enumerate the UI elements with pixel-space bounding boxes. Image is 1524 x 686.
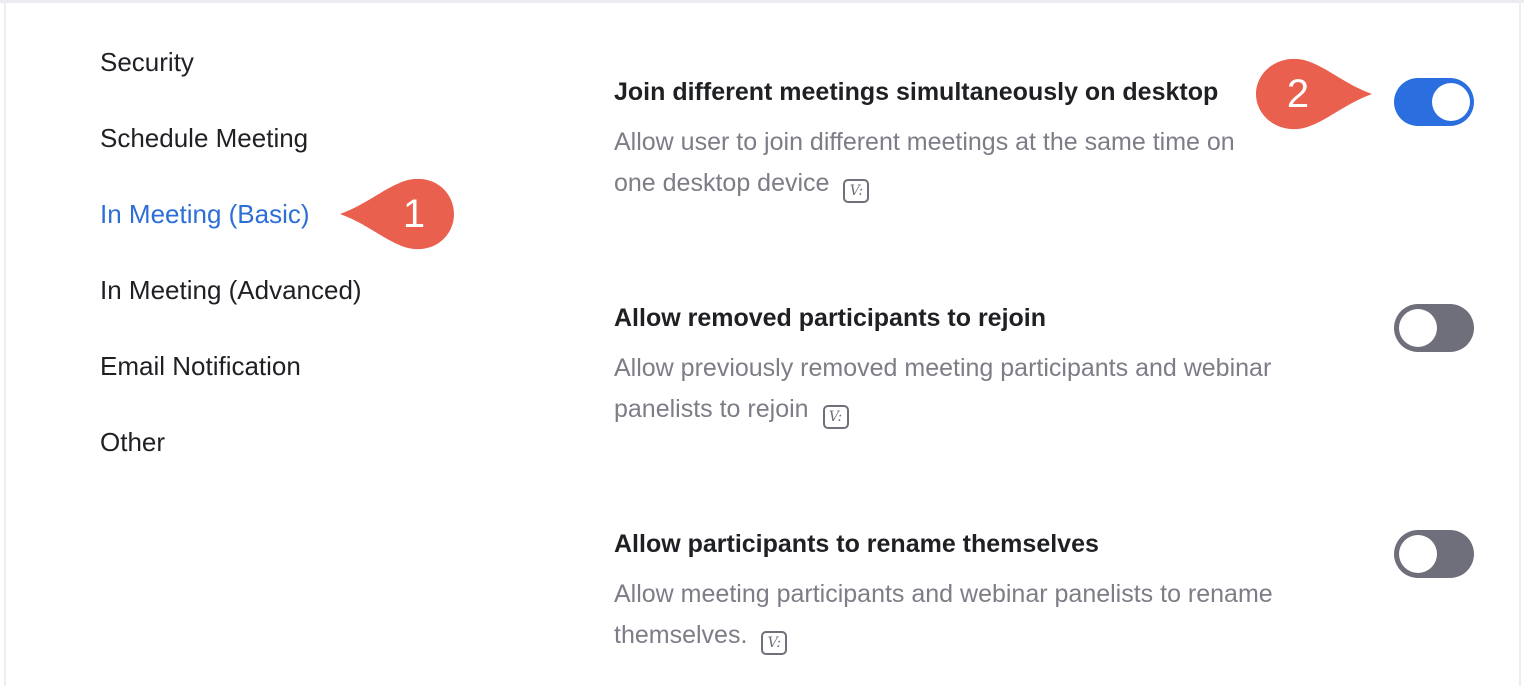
setting-description-text: one desktop device	[614, 169, 830, 197]
left-border	[4, 0, 6, 686]
setting-description: Allow meeting participants and webinar p…	[614, 574, 1354, 656]
toggle-join-different-meetings[interactable]	[1394, 78, 1474, 126]
toggle-allow-removed-rejoin[interactable]	[1394, 304, 1474, 352]
right-border	[1519, 0, 1521, 686]
callout-marker-2: 2	[1254, 56, 1374, 132]
setting-description-line: panelists to rejoin V:	[614, 389, 1354, 430]
top-divider	[0, 0, 1524, 3]
sidebar-item-other[interactable]: Other	[100, 426, 165, 458]
toggle-allow-rename[interactable]	[1394, 530, 1474, 578]
setting-description: Allow user to join different meetings at…	[614, 122, 1354, 204]
setting-title: Join different meetings simultaneously o…	[614, 78, 1219, 106]
callout-number: 2	[1286, 72, 1310, 116]
setting-description-line: Allow user to join different meetings at…	[614, 128, 1235, 156]
setting-title: Allow removed participants to rejoin	[614, 304, 1047, 332]
sidebar-item-in-meeting-advanced[interactable]: In Meeting (Advanced)	[100, 274, 362, 306]
setting-description-text: themselves.	[614, 621, 748, 649]
callout-marker-1: 1	[338, 176, 456, 252]
version-info-icon[interactable]: V:	[843, 179, 870, 203]
sidebar-item-security[interactable]: Security	[100, 46, 194, 78]
sidebar-item-schedule-meeting[interactable]: Schedule Meeting	[100, 122, 308, 154]
sidebar-item-email-notification[interactable]: Email Notification	[100, 350, 301, 382]
settings-page: Security Schedule Meeting In Meeting (Ba…	[0, 0, 1524, 686]
version-info-icon[interactable]: V:	[822, 405, 849, 429]
toggle-knob	[1432, 83, 1470, 121]
sidebar-item-in-meeting-basic[interactable]: In Meeting (Basic)	[100, 198, 310, 230]
setting-description-line: one desktop device V:	[614, 163, 1354, 204]
toggle-knob	[1399, 535, 1437, 573]
callout-number: 1	[402, 192, 426, 236]
setting-description-line: themselves. V:	[614, 615, 1354, 656]
setting-description-line: Allow previously removed meeting partici…	[614, 354, 1272, 382]
toggle-knob	[1399, 309, 1437, 347]
setting-description-line: Allow meeting participants and webinar p…	[614, 580, 1273, 608]
version-info-icon[interactable]: V:	[761, 631, 788, 655]
setting-description-text: panelists to rejoin	[614, 395, 809, 423]
setting-description: Allow previously removed meeting partici…	[614, 348, 1354, 430]
setting-title: Allow participants to rename themselves	[614, 530, 1099, 558]
